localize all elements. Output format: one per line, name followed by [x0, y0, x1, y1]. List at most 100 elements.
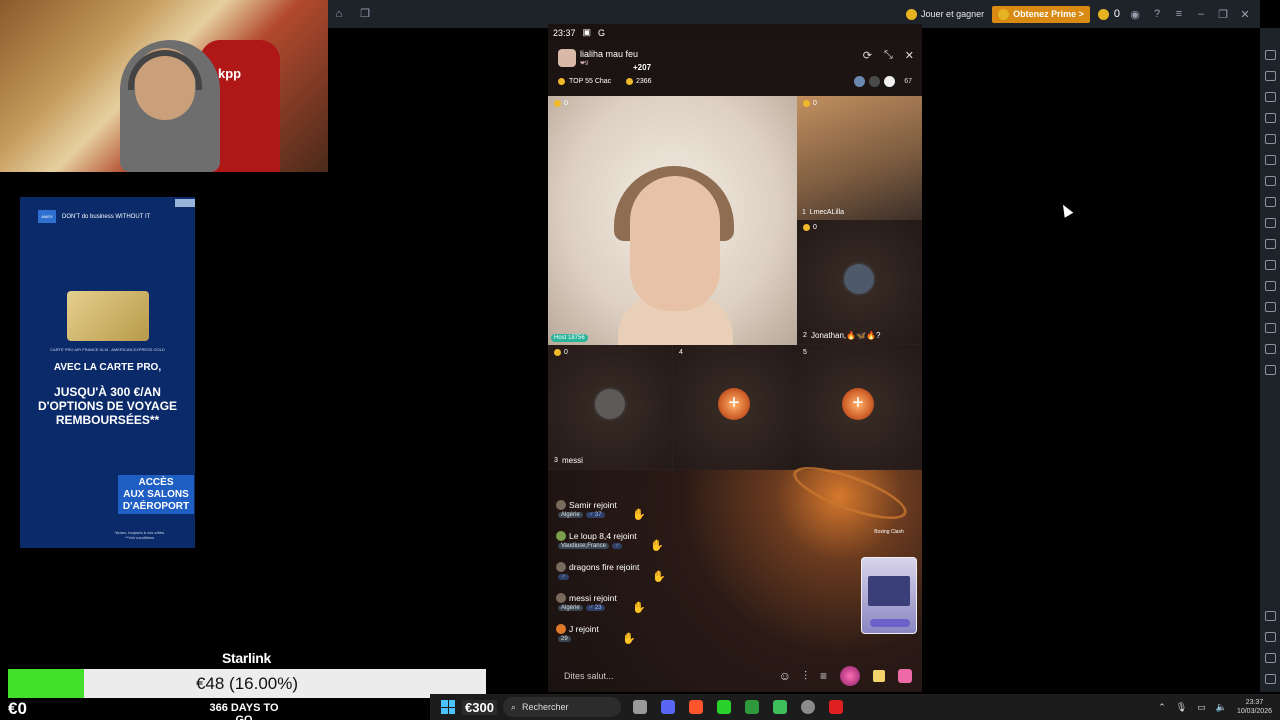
close-window-icon[interactable]: ✕ — [1238, 8, 1252, 21]
wave-icon[interactable]: ✋ — [650, 539, 664, 552]
mic-icon[interactable]: 🎙 — [1176, 702, 1187, 713]
chat-message: dragons fire rejoint ♂ ✋ — [556, 562, 756, 593]
system-clock[interactable]: 23:37 10/03/2026 — [1237, 698, 1272, 716]
ad-banner[interactable]: AMEX DON'T do business WITHOUT IT CARTE … — [20, 197, 195, 548]
seat-1-video[interactable]: 0 1 LmecALilla — [797, 96, 922, 220]
layers-icon[interactable] — [1264, 344, 1276, 354]
play-and-win-button[interactable]: Jouer et gagner — [906, 8, 984, 20]
coin-balance[interactable]: 0 — [1097, 8, 1120, 20]
help-icon[interactable]: ? — [1150, 8, 1164, 20]
shake-icon[interactable] — [1264, 302, 1276, 312]
score-icon — [803, 100, 810, 107]
performance-icon[interactable] — [1264, 176, 1276, 186]
sync-icon[interactable] — [1264, 134, 1276, 144]
seat-3[interactable]: 0 3 messi — [548, 345, 673, 470]
coin-icon — [1097, 8, 1109, 20]
status-notification-icon: ▣ — [582, 27, 592, 37]
brave-icon[interactable] — [688, 700, 703, 714]
keyboard-icon[interactable] — [1264, 92, 1276, 102]
rank-badge[interactable]: TOP 55 Chac — [558, 78, 611, 85]
media-folder-icon[interactable] — [1264, 239, 1276, 249]
wave-icon[interactable]: ✋ — [632, 508, 646, 521]
volume-icon[interactable] — [1264, 50, 1276, 60]
home-icon[interactable]: ⌂ — [332, 7, 346, 21]
seat-score: 0 — [554, 349, 568, 356]
gender-pill: ♂ 37 — [585, 512, 605, 518]
emulator-app-icon[interactable] — [772, 700, 787, 714]
obs-icon[interactable] — [800, 700, 815, 714]
spreadsheet-icon[interactable] — [744, 700, 759, 714]
viewer-list[interactable]: 67 — [853, 75, 912, 88]
minimize-icon[interactable]: – — [1194, 8, 1208, 20]
host-video[interactable]: 0 Host 18756 — [548, 96, 797, 345]
restore-icon[interactable]: ❐ — [1216, 8, 1230, 21]
bag-icon[interactable] — [873, 670, 885, 682]
audio-wave-icon[interactable]: ⫶ — [804, 669, 807, 684]
android-home-icon[interactable] — [1264, 653, 1276, 663]
taskbar-search[interactable]: ⌕ Rechercher — [502, 697, 621, 717]
chat-message: J rejoint 29 ✋ — [556, 624, 756, 655]
close-stream-icon[interactable]: ✕ — [905, 49, 914, 62]
chat-avatar — [556, 562, 566, 572]
wave-icon[interactable]: ✋ — [652, 570, 666, 583]
gift-icon[interactable] — [898, 669, 912, 683]
screenshot-icon[interactable] — [1264, 197, 1276, 207]
seat-number: 4 — [679, 349, 683, 356]
ad-subline: AVEC LA CARTE PRO, — [53, 362, 162, 373]
recent-apps-icon[interactable] — [1264, 674, 1276, 684]
emoji-icon[interactable]: ☺ — [779, 669, 791, 683]
account-icon[interactable]: ◉ — [1128, 8, 1142, 21]
speaker-icon[interactable]: 🔈 — [1216, 702, 1227, 713]
youtube-icon[interactable] — [828, 700, 843, 714]
promo-image — [868, 576, 910, 606]
seat-5-empty[interactable]: 5 + — [797, 345, 922, 470]
ad-cta-button[interactable]: ACCÈS AUX SALONS D'AÉROPORT — [118, 475, 194, 514]
screen-icon[interactable] — [1264, 71, 1276, 81]
back-icon[interactable] — [1264, 632, 1276, 642]
phone-screen: 23:37 ▣ G lialiha mau feu ❤9 +207 TOP 55… — [548, 24, 922, 692]
prime-button[interactable]: Obtenez Prime > — [992, 5, 1090, 23]
host-name[interactable]: lialiha mau feu — [580, 49, 638, 59]
discord-icon[interactable] — [660, 700, 675, 714]
taskbar-widget[interactable]: €300 — [462, 699, 497, 715]
promo-button[interactable] — [870, 619, 910, 627]
refresh-icon[interactable] — [1264, 365, 1276, 375]
chat-text: J rejoint — [569, 624, 599, 634]
multi-instance-icon[interactable]: ❐ — [358, 7, 372, 21]
airplane-icon[interactable] — [1264, 260, 1276, 270]
wave-icon[interactable]: ✋ — [632, 601, 646, 614]
eco-mode-icon[interactable] — [1264, 218, 1276, 228]
viewer-count: 67 — [904, 78, 912, 85]
chat-input[interactable]: Dites salut... — [564, 671, 614, 681]
ad-choices-icon[interactable] — [175, 199, 195, 207]
promo-card[interactable] — [861, 557, 917, 634]
coins-badge[interactable]: 2366 — [626, 78, 652, 85]
windows-start-icon[interactable] — [441, 700, 455, 714]
mouse-cursor — [1058, 202, 1074, 218]
rotate-icon[interactable] — [1264, 281, 1276, 291]
menu-icon[interactable]: ≡ — [1172, 8, 1186, 20]
record-icon[interactable] — [1264, 155, 1276, 165]
seat-2[interactable]: 0 2 Jonathan,🔥🦋🔥? — [797, 220, 922, 345]
tray-chevron-icon[interactable]: ⌃ — [1158, 702, 1166, 713]
game-circle-icon[interactable] — [840, 666, 860, 686]
share-icon[interactable]: ⟳ — [863, 49, 872, 62]
card-caption: CARTE PRO AIR FRANCE KLM - AMERICAN EXPR… — [50, 347, 165, 352]
host-tag: Host 18756 — [551, 334, 588, 342]
game-entry[interactable]: Boxing Clash — [861, 529, 917, 549]
network-icon[interactable]: ▭ — [1197, 702, 1206, 713]
add-seat-icon[interactable]: + — [718, 388, 750, 420]
add-seat-icon[interactable]: + — [842, 388, 874, 420]
file-explorer-icon[interactable] — [632, 700, 647, 714]
settings-icon[interactable] — [1264, 611, 1276, 621]
seat-4-empty[interactable]: 4 + — [673, 345, 798, 470]
goal-days-left: 366 DAYS TO GO — [209, 702, 279, 720]
viewer-avatar — [883, 75, 897, 88]
wave-icon[interactable]: ✋ — [622, 632, 636, 645]
menu-list-icon[interactable]: ≡ — [820, 669, 827, 683]
stream-app-icon[interactable] — [716, 700, 731, 714]
macro-icon[interactable] — [1264, 113, 1276, 123]
location-icon[interactable] — [1264, 323, 1276, 333]
host-avatar[interactable] — [558, 49, 576, 67]
minimize-stream-icon[interactable]: ⤡ — [884, 49, 893, 62]
